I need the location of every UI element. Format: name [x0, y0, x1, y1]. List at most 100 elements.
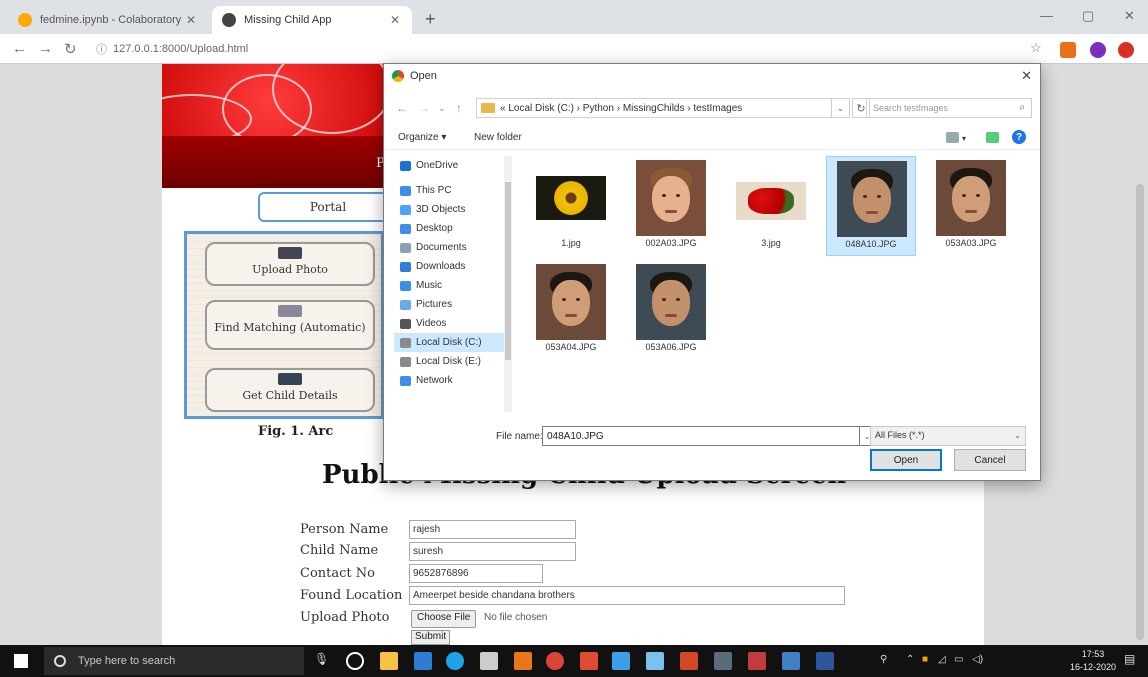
nav-item[interactable]: Local Disk (E:) — [394, 352, 512, 371]
figure-caption: Fig. 1. Arc — [258, 424, 334, 439]
search-folder-input[interactable]: Search testImages ⌕ — [866, 98, 1032, 118]
nav-item[interactable]: Documents — [394, 238, 512, 257]
cancel-button[interactable]: Cancel — [954, 449, 1026, 471]
nav-item[interactable]: This PC — [394, 181, 512, 200]
new-tab-button[interactable]: + — [425, 9, 436, 30]
contact-label: Contact No — [300, 566, 375, 581]
app-icon[interactable] — [580, 652, 598, 670]
file-thumbnail — [636, 160, 706, 236]
arch-find-matching: Find Matching (Automatic) — [205, 300, 375, 350]
tray-app-icon[interactable]: ■ — [922, 654, 928, 665]
address-bar[interactable]: ⓘ 127.0.0.1:8000/Upload.html — [96, 39, 1016, 59]
file-type-select[interactable]: All Files (*.*) ⌄ — [870, 426, 1026, 446]
nav-item[interactable]: 3D Objects — [394, 200, 512, 219]
word-icon[interactable] — [816, 652, 834, 670]
nav-item-label: Videos — [416, 318, 447, 329]
nav-item[interactable]: OneDrive — [394, 156, 512, 175]
system-clock[interactable]: 17:53 16-12-2020 — [1070, 648, 1116, 674]
person-name-input[interactable] — [409, 520, 576, 539]
chrome-taskbar-icon[interactable] — [546, 652, 564, 670]
powerpoint-icon[interactable] — [680, 652, 698, 670]
help-icon[interactable]: ? — [1012, 130, 1026, 144]
child-name-input[interactable] — [409, 542, 576, 561]
extension-icon[interactable] — [1090, 42, 1106, 58]
open-button[interactable]: Open — [870, 449, 942, 471]
new-folder-button[interactable]: New folder — [474, 132, 522, 143]
edge-icon[interactable] — [446, 652, 464, 670]
found-location-input[interactable] — [409, 586, 845, 605]
minimize-button[interactable]: — — [1040, 8, 1053, 23]
nav-item[interactable]: Network — [394, 371, 512, 390]
nav-item-label: Network — [416, 375, 453, 386]
windows-start-icon[interactable] — [14, 654, 28, 668]
profile-icon[interactable] — [1118, 42, 1134, 58]
chevron-down-icon[interactable]: ⌄ — [438, 103, 446, 114]
file-item[interactable]: 053A06.JPG — [626, 260, 716, 360]
restore-button[interactable]: ▢ — [1082, 8, 1094, 24]
file-item[interactable]: 1.jpg — [526, 156, 616, 256]
choose-file-button[interactable]: Choose File — [411, 610, 477, 628]
nav-scrollbar-thumb[interactable] — [505, 182, 511, 360]
contact-input[interactable] — [409, 564, 543, 583]
network-icon[interactable]: ◿ — [938, 654, 946, 665]
dialog-title: Open — [410, 70, 437, 82]
nav-item[interactable]: Music — [394, 276, 512, 295]
app-icon[interactable] — [514, 652, 532, 670]
task-view-icon[interactable] — [346, 652, 364, 670]
close-tab-icon[interactable]: ✕ — [184, 13, 198, 27]
nav-item-icon — [400, 204, 411, 215]
nav-item[interactable]: Desktop — [394, 219, 512, 238]
preview-pane-icon[interactable] — [986, 132, 999, 143]
taskbar-search[interactable]: Type here to search — [44, 647, 304, 675]
forward-icon[interactable]: → — [418, 101, 430, 115]
window-close-button[interactable]: ✕ — [1124, 8, 1135, 24]
tray-chevron-icon[interactable]: ⌃ — [906, 654, 914, 665]
back-icon[interactable]: ← — [12, 40, 27, 57]
path-dropdown-icon[interactable]: ⌄ — [832, 98, 850, 118]
volume-icon[interactable]: ◁) — [972, 654, 983, 665]
file-item[interactable]: 3.jpg — [726, 156, 816, 256]
notifications-icon[interactable]: ▤ — [1124, 652, 1135, 666]
up-arrow-icon[interactable]: ↑ — [456, 101, 462, 115]
extension-icon[interactable] — [1060, 42, 1076, 58]
submit-button[interactable]: Submit — [411, 630, 451, 645]
nav-item[interactable]: Local Disk (C:) — [394, 333, 512, 352]
app-icon[interactable] — [748, 652, 766, 670]
battery-icon[interactable]: ▭ — [954, 654, 963, 665]
clock-date: 16-12-2020 — [1070, 662, 1117, 672]
folder-path-bar[interactable]: « Local Disk (C:) › Python › MissingChil… — [476, 98, 832, 118]
mail-icon[interactable] — [414, 652, 432, 670]
organize-button[interactable]: Organize ▾ — [398, 132, 446, 143]
back-icon[interactable]: ← — [396, 101, 408, 115]
dialog-close-button[interactable]: ✕ — [1021, 68, 1032, 84]
microphone-icon[interactable]: 🎙 — [314, 652, 329, 666]
info-icon[interactable]: ⓘ — [96, 41, 107, 57]
page-scrollbar[interactable] — [1136, 184, 1144, 640]
app-icon[interactable] — [646, 652, 664, 670]
nav-item-label: 3D Objects — [416, 204, 466, 215]
file-name-input[interactable] — [542, 426, 860, 446]
chevron-down-icon: ⌄ — [1014, 431, 1021, 440]
app-icon[interactable] — [480, 652, 498, 670]
nav-item[interactable]: Videos — [394, 314, 512, 333]
people-icon[interactable]: ⚲ — [880, 654, 887, 665]
nav-item[interactable]: Pictures — [394, 295, 512, 314]
nav-item[interactable]: Downloads — [394, 257, 512, 276]
bookmark-star-icon[interactable]: ☆ — [1030, 40, 1042, 56]
view-options-icon[interactable] — [946, 132, 959, 143]
file-item[interactable]: 002A03.JPG — [626, 156, 716, 256]
tab-colaboratory[interactable]: fedmine.ipynb - Colaboratory ✕ — [8, 6, 208, 34]
forward-icon[interactable]: → — [38, 40, 53, 57]
reload-icon[interactable]: ↻ — [64, 40, 77, 58]
app-icon[interactable] — [782, 652, 800, 670]
tab-missing-child-app[interactable]: Missing Child App ✕ — [212, 6, 412, 34]
app-icon[interactable] — [714, 652, 732, 670]
architecture-figure: Upload Photo Find Matching (Automatic) G… — [184, 231, 384, 419]
file-explorer-icon[interactable] — [380, 652, 398, 670]
chevron-down-icon[interactable]: ▾ — [962, 134, 966, 143]
app-icon[interactable] — [612, 652, 630, 670]
file-item[interactable]: 053A03.JPG — [926, 156, 1016, 256]
file-item[interactable]: 053A04.JPG — [526, 260, 616, 360]
file-item[interactable]: 048A10.JPG — [826, 156, 916, 256]
close-tab-icon[interactable]: ✕ — [388, 13, 402, 27]
